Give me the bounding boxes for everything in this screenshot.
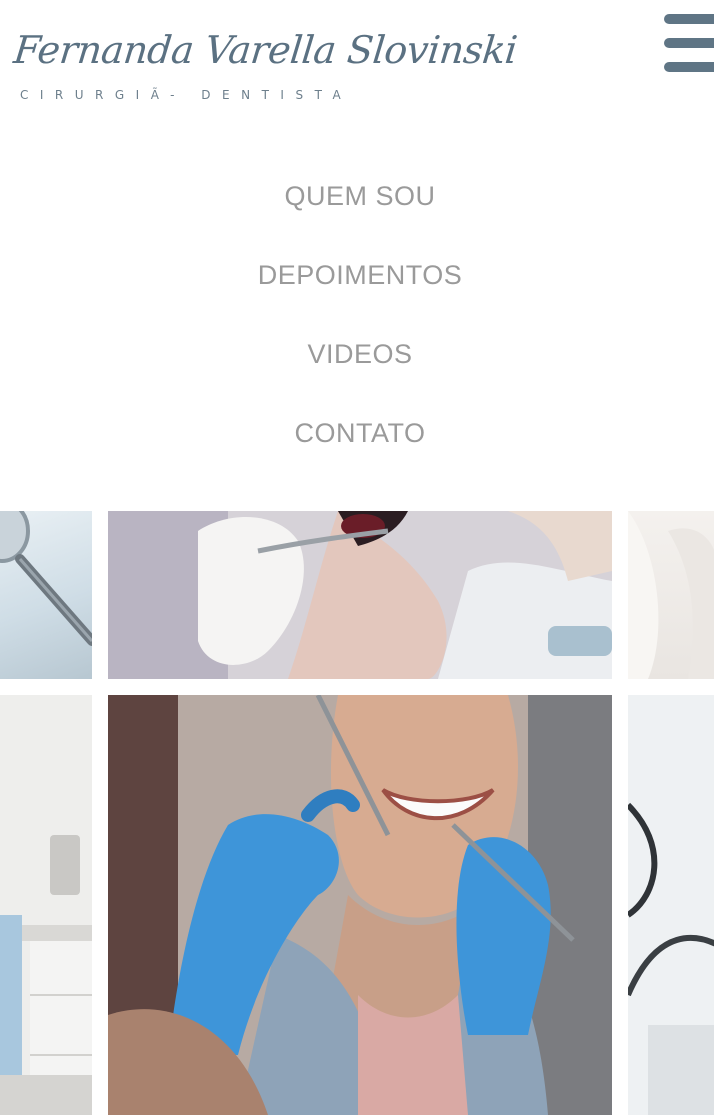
site-logo[interactable]: Fernanda Varella Slovinski CIRURGIÃ- DEN… [12,26,519,106]
gallery-photo-dental-mirror[interactable] [0,511,92,679]
page: Fernanda Varella Slovinski CIRURGIÃ- DEN… [0,0,714,1115]
main-navigation: QUEM SOU DEPOIMENTOS VIDEOS CONTATO [0,170,714,486]
menu-bar [664,38,714,48]
gallery-photo-clinic-cabinets[interactable] [0,695,92,1115]
gallery-photo-smiling-patient[interactable] [108,695,612,1115]
gallery-photo-dental-equipment[interactable] [628,695,714,1115]
gallery-photo-dental-office[interactable] [628,511,714,679]
menu-bar [664,14,714,24]
gallery-photo-dental-treatment[interactable] [108,511,612,679]
logo-subtitle: CIRURGIÃ- DENTISTA [20,88,353,102]
menu-bar [664,62,714,72]
nav-item-depoimentos[interactable]: DEPOIMENTOS [0,249,714,328]
nav-item-quem-sou[interactable]: QUEM SOU [0,170,714,249]
nav-item-contato[interactable]: CONTATO [0,407,714,486]
nav-item-videos[interactable]: VIDEOS [0,328,714,407]
logo-name: Fernanda Varella Slovinski [11,28,520,72]
hamburger-menu-icon[interactable] [664,14,714,72]
